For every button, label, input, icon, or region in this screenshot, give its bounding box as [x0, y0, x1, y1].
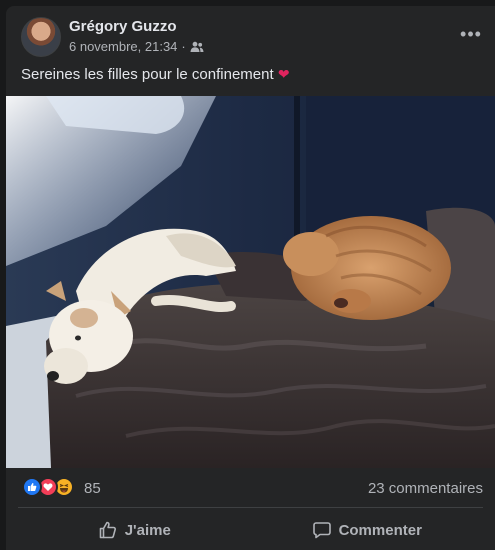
post-photo[interactable] — [6, 96, 495, 468]
post-meta: 6 novembre, 21:34 · — [69, 39, 204, 54]
post-card: Grégory Guzzo 6 novembre, 21:34 · ••• Se… — [6, 6, 495, 550]
actions-divider — [18, 507, 483, 508]
reaction-icons[interactable] — [22, 477, 82, 497]
comment-button-label: Commenter — [338, 521, 422, 539]
reaction-count[interactable]: 85 — [84, 480, 101, 497]
more-horizontal-icon: ••• — [460, 24, 482, 44]
meta-separator: · — [181, 39, 186, 54]
comment-button[interactable]: Commenter — [251, 510, 484, 550]
like-button-label: J'aime — [124, 521, 171, 539]
thumbs-up-icon — [99, 521, 116, 539]
post-header: Grégory Guzzo 6 novembre, 21:34 · ••• — [6, 6, 495, 66]
friends-icon[interactable] — [190, 41, 204, 53]
author-avatar[interactable] — [21, 17, 61, 57]
photo-dogs-on-couch — [6, 96, 495, 468]
caption-text: Sereines les filles pour le confinement — [21, 66, 274, 83]
comment-count[interactable]: 23 commentaires — [368, 480, 483, 497]
heart-emoji-icon: ❤ — [277, 66, 290, 82]
post-timestamp[interactable]: 6 novembre, 21:34 — [69, 39, 177, 54]
more-options-button[interactable]: ••• — [457, 22, 485, 50]
like-button[interactable]: J'aime — [18, 510, 251, 550]
comment-bubble-icon — [312, 522, 331, 539]
post-actions: J'aime Commenter — [18, 510, 483, 550]
post-caption: Sereines les filles pour le confinement … — [21, 66, 290, 83]
reactions-summary: 85 23 commentaires — [6, 472, 495, 502]
like-icon — [22, 477, 42, 497]
author-name[interactable]: Grégory Guzzo — [69, 18, 177, 35]
